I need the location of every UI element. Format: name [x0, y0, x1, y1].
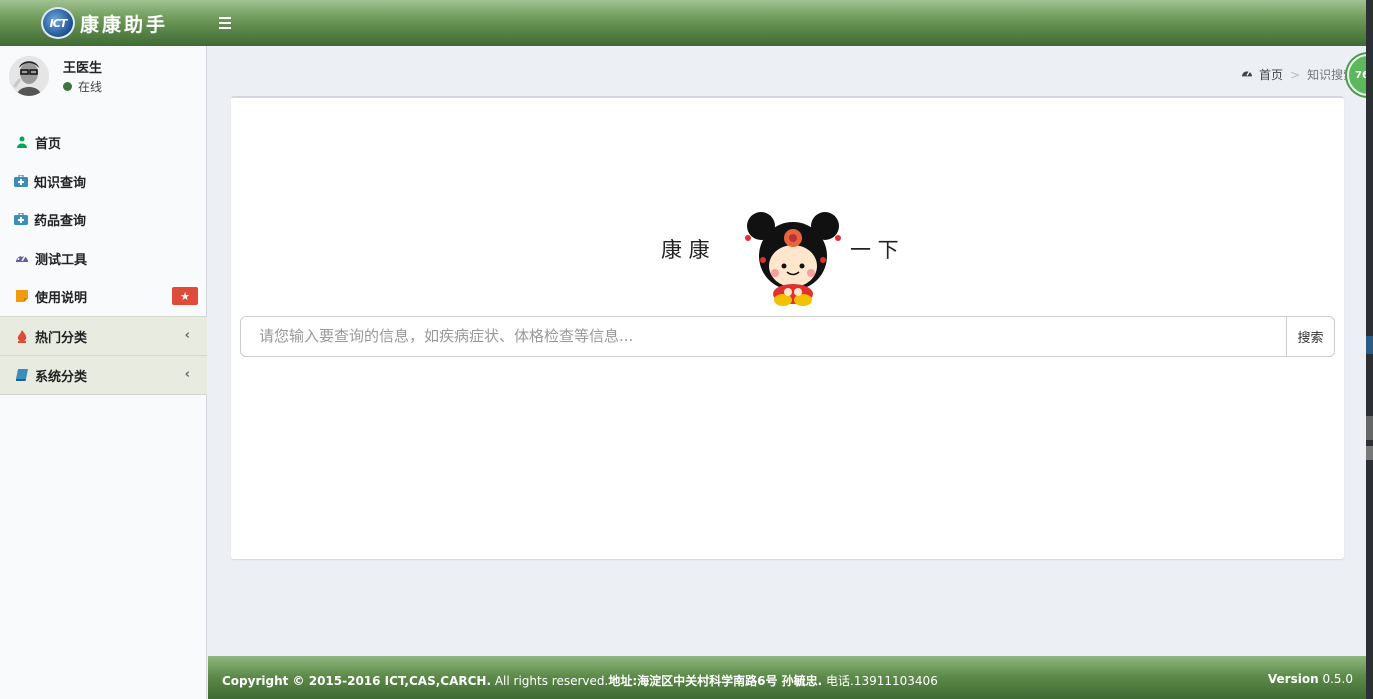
- sidebar-item-hot-categories[interactable]: 热门分类 ‹: [0, 316, 207, 355]
- top-header: ICT 康康助手: [0, 0, 1366, 46]
- footer-copyright: Copyright © 2015-2016 ICT,CAS,CARCH. All…: [222, 674, 938, 688]
- sidebar-item-manual[interactable]: 使用说明 ★: [0, 277, 207, 315]
- breadcrumb-home[interactable]: 首页: [1259, 66, 1283, 83]
- window-edge-strip: [1366, 0, 1373, 699]
- search-button[interactable]: 搜索: [1286, 316, 1335, 357]
- user-status: 在线: [63, 78, 102, 95]
- fire-icon: [15, 329, 29, 343]
- sidebar-item-test-tools[interactable]: 测试工具: [0, 239, 207, 277]
- online-dot-icon: [63, 82, 72, 91]
- logo[interactable]: ICT 康康助手: [0, 0, 207, 46]
- sidebar: 王医生 在线 首页 知识查询 药品查询 测试工具 使用说明 ★ 热门分类 ‹ 系…: [0, 46, 207, 699]
- book-icon: [15, 368, 29, 382]
- star-badge-icon: ★: [172, 287, 198, 305]
- home-user-icon: [15, 135, 29, 149]
- dashboard-icon: [15, 251, 29, 265]
- chevron-left-icon: ‹: [184, 328, 190, 343]
- sidebar-item-drug[interactable]: 药品查询: [0, 200, 207, 238]
- medkit-icon: [14, 212, 28, 226]
- breadcrumb-separator: >: [1290, 67, 1301, 82]
- avatar: [9, 56, 49, 96]
- sidebar-item-knowledge[interactable]: 知识查询: [0, 162, 207, 200]
- user-name: 王医生: [63, 61, 103, 76]
- search-input[interactable]: 请您输入要查询的信息，如疾病症状、体格检查等信息...: [240, 316, 1287, 357]
- breadcrumb: 首页 > 知识搜索: [1241, 66, 1355, 83]
- ict-logo-icon: ICT: [41, 7, 75, 39]
- note-icon: [15, 289, 29, 303]
- sidebar-item-home[interactable]: 首页: [0, 123, 207, 161]
- slogan-right: 一 下: [850, 238, 899, 262]
- sidebar-item-system-categories[interactable]: 系统分类 ‹: [0, 355, 207, 395]
- footer-version: Version 0.5.0: [1267, 672, 1353, 686]
- mascot-image: [743, 208, 843, 308]
- hamburger-menu-icon[interactable]: [219, 14, 233, 32]
- slogan-left: 康 康: [661, 238, 710, 262]
- user-panel: 王医生 在线: [0, 46, 207, 124]
- medkit-icon: [14, 174, 28, 188]
- chevron-left-icon: ‹: [184, 367, 190, 382]
- footer: Copyright © 2015-2016 ICT,CAS,CARCH. All…: [208, 656, 1366, 699]
- dashboard-icon: [1241, 68, 1253, 81]
- app-title: 康康助手: [80, 14, 169, 36]
